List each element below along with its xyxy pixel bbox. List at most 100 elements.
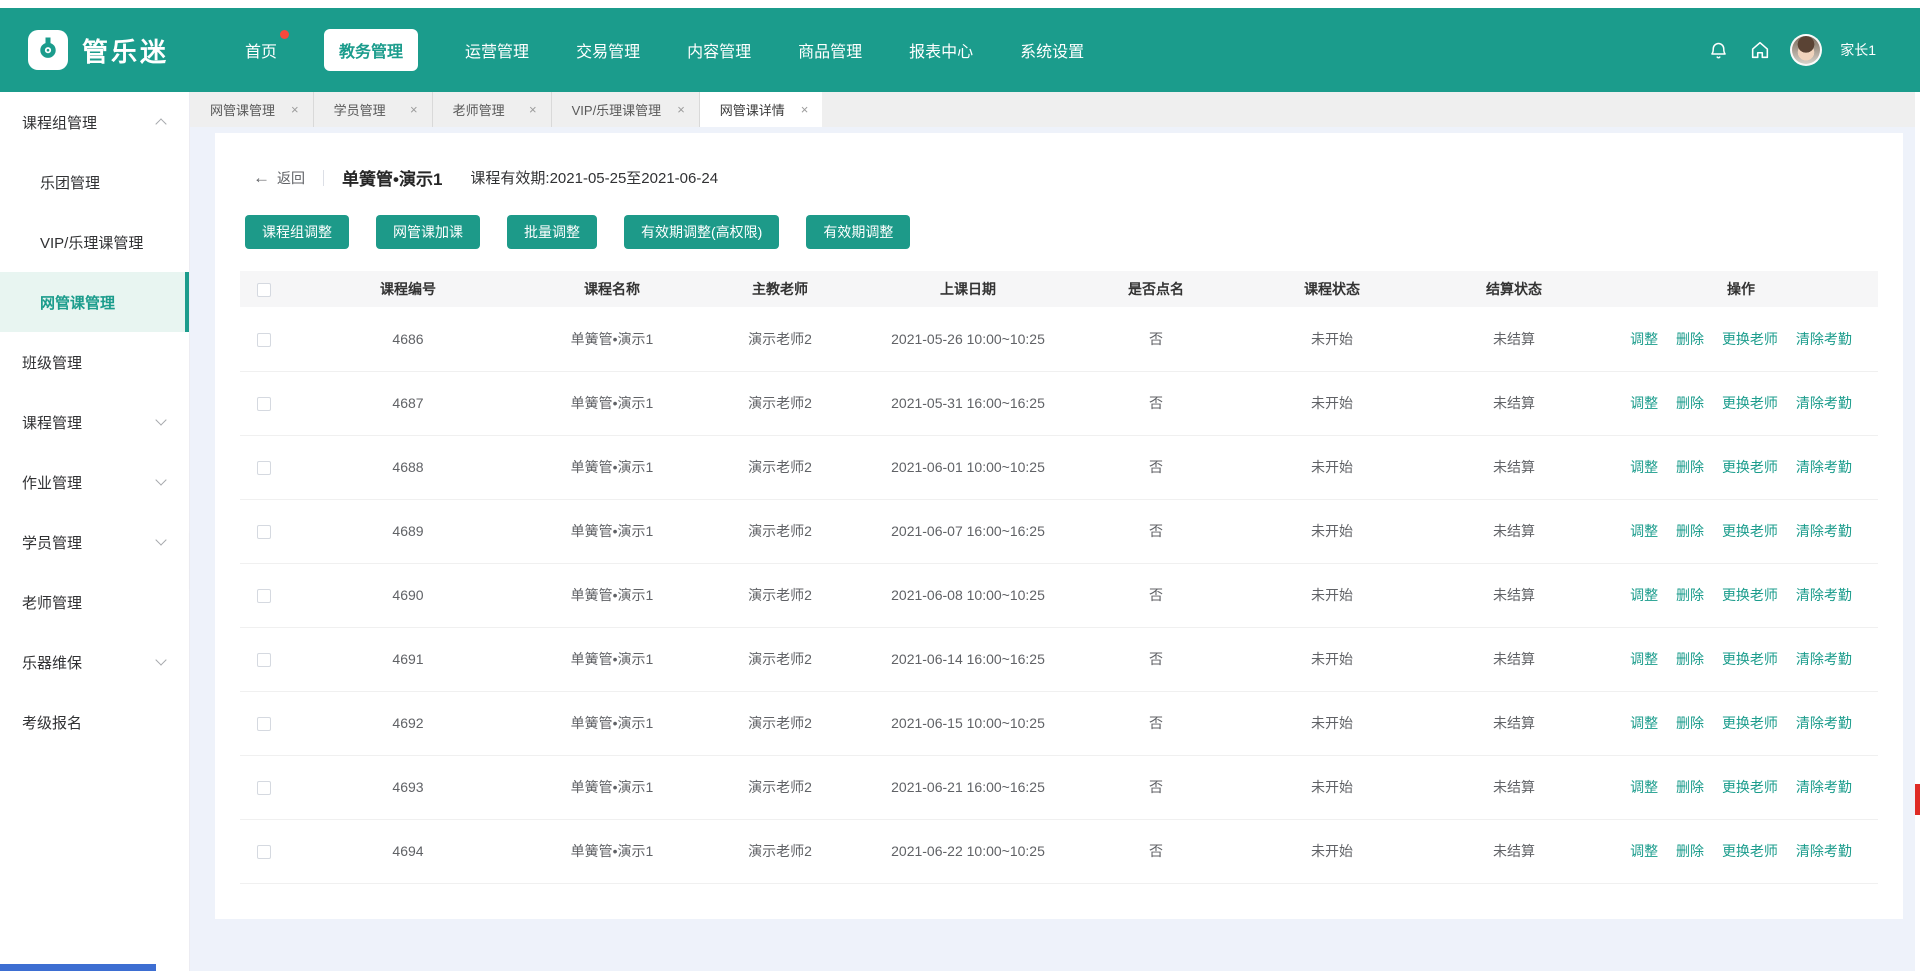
close-icon[interactable]: × (410, 102, 418, 117)
nav-products[interactable]: 商品管理 (798, 38, 862, 62)
batch-adjust-button[interactable]: 批量调整 (507, 215, 597, 249)
cell-course-name: 单簧管•演示1 (528, 499, 696, 563)
change-teacher-link[interactable]: 更换老师 (1722, 779, 1778, 795)
sidebar-item-vip-theory-mgmt[interactable]: VIP/乐理课管理 (0, 212, 189, 272)
row-checkbox[interactable] (257, 781, 271, 795)
cell-class-date: 2021-06-22 10:00~10:25 (864, 819, 1072, 883)
clear-attendance-link[interactable]: 清除考勤 (1796, 587, 1852, 603)
clear-attendance-link[interactable]: 清除考勤 (1796, 651, 1852, 667)
clear-attendance-link[interactable]: 清除考勤 (1796, 715, 1852, 731)
change-teacher-link[interactable]: 更换老师 (1722, 331, 1778, 347)
clear-attendance-link[interactable]: 清除考勤 (1796, 523, 1852, 539)
sidebar-item-instrument-maintenance[interactable]: 乐器维保 (0, 632, 189, 692)
nav-home[interactable]: 首页 (245, 38, 277, 62)
chevron-down-icon (155, 474, 166, 485)
validity-adjust-button[interactable]: 有效期调整 (806, 215, 910, 249)
nav-reports[interactable]: 报表中心 (909, 38, 973, 62)
tab-online-class-detail[interactable]: 网管课详情× (700, 92, 823, 127)
select-all-checkbox[interactable] (257, 283, 271, 297)
back-arrow-icon[interactable]: ← (253, 168, 270, 188)
sidebar: 课程组管理 乐团管理 VIP/乐理课管理 网管课管理 班级管理 课程管理 作业管… (0, 92, 190, 971)
clear-attendance-link[interactable]: 清除考勤 (1796, 331, 1852, 347)
tab-teacher-mgmt[interactable]: 老师管理× (433, 92, 552, 127)
row-checkbox[interactable] (257, 845, 271, 859)
clear-attendance-link[interactable]: 清除考勤 (1796, 843, 1852, 859)
home-icon[interactable] (1748, 38, 1772, 62)
adjust-link[interactable]: 调整 (1630, 651, 1658, 667)
nav-transactions[interactable]: 交易管理 (576, 38, 640, 62)
nav-settings[interactable]: 系统设置 (1020, 38, 1084, 62)
row-checkbox[interactable] (257, 525, 271, 539)
clear-attendance-link[interactable]: 清除考勤 (1796, 459, 1852, 475)
tab-vip-theory-mgmt[interactable]: VIP/乐理课管理× (552, 92, 700, 127)
adjust-link[interactable]: 调整 (1630, 395, 1658, 411)
delete-link[interactable]: 删除 (1676, 843, 1704, 859)
col-settlement-status: 结算状态 (1424, 271, 1604, 307)
cell-rollcall: 否 (1072, 307, 1240, 371)
close-icon[interactable]: × (291, 102, 299, 117)
cell-actions: 调整 删除 更换老师 清除考勤 (1604, 371, 1878, 435)
sidebar-item-exam-registration[interactable]: 考级报名 (0, 692, 189, 752)
close-icon[interactable]: × (529, 102, 537, 117)
sidebar-item-course-group-mgmt[interactable]: 课程组管理 (0, 92, 189, 152)
validity-adjust-privileged-button[interactable]: 有效期调整(高权限) (624, 215, 779, 249)
adjust-link[interactable]: 调整 (1630, 459, 1658, 475)
row-checkbox[interactable] (257, 717, 271, 731)
sidebar-item-homework-mgmt[interactable]: 作业管理 (0, 452, 189, 512)
change-teacher-link[interactable]: 更换老师 (1722, 715, 1778, 731)
adjust-link[interactable]: 调整 (1630, 779, 1658, 795)
course-group-adjust-button[interactable]: 课程组调整 (245, 215, 349, 249)
change-teacher-link[interactable]: 更换老师 (1722, 459, 1778, 475)
change-teacher-link[interactable]: 更换老师 (1722, 523, 1778, 539)
table-row: 4691 单簧管•演示1 演示老师2 2021-06-14 16:00~16:2… (240, 627, 1878, 691)
sidebar-item-class-mgmt[interactable]: 班级管理 (0, 332, 189, 392)
row-checkbox[interactable] (257, 589, 271, 603)
sidebar-item-teacher-mgmt[interactable]: 老师管理 (0, 572, 189, 632)
sidebar-item-student-mgmt[interactable]: 学员管理 (0, 512, 189, 572)
table-row: 4689 单簧管•演示1 演示老师2 2021-06-07 16:00~16:2… (240, 499, 1878, 563)
delete-link[interactable]: 删除 (1676, 715, 1704, 731)
nav-academic[interactable]: 教务管理 (324, 29, 418, 71)
delete-link[interactable]: 删除 (1676, 651, 1704, 667)
clear-attendance-link[interactable]: 清除考勤 (1796, 779, 1852, 795)
tab-student-mgmt[interactable]: 学员管理× (314, 92, 433, 127)
horizontal-scrollbar-thumb[interactable] (0, 964, 156, 971)
close-icon[interactable]: × (677, 102, 685, 117)
adjust-link[interactable]: 调整 (1630, 587, 1658, 603)
cell-rollcall: 否 (1072, 563, 1240, 627)
delete-link[interactable]: 删除 (1676, 587, 1704, 603)
cell-settlement-status: 未结算 (1424, 691, 1604, 755)
add-online-class-button[interactable]: 网管课加课 (376, 215, 480, 249)
avatar[interactable] (1790, 34, 1822, 66)
change-teacher-link[interactable]: 更换老师 (1722, 395, 1778, 411)
main-nav: 首页 教务管理 运营管理 交易管理 内容管理 商品管理 报表中心 系统设置 (245, 29, 1084, 71)
row-checkbox[interactable] (257, 653, 271, 667)
change-teacher-link[interactable]: 更换老师 (1722, 587, 1778, 603)
delete-link[interactable]: 删除 (1676, 779, 1704, 795)
clear-attendance-link[interactable]: 清除考勤 (1796, 395, 1852, 411)
notification-bell-icon[interactable] (1706, 38, 1730, 62)
sidebar-item-orchestra-mgmt[interactable]: 乐团管理 (0, 152, 189, 212)
change-teacher-link[interactable]: 更换老师 (1722, 651, 1778, 667)
close-icon[interactable]: × (801, 102, 809, 117)
sidebar-item-online-class-mgmt[interactable]: 网管课管理 (0, 272, 189, 332)
row-checkbox[interactable] (257, 397, 271, 411)
nav-operations[interactable]: 运营管理 (465, 38, 529, 62)
nav-content[interactable]: 内容管理 (687, 38, 751, 62)
row-checkbox[interactable] (257, 461, 271, 475)
cell-actions: 调整 删除 更换老师 清除考勤 (1604, 755, 1878, 819)
delete-link[interactable]: 删除 (1676, 395, 1704, 411)
tab-online-class-mgmt[interactable]: 网管课管理× (190, 92, 314, 127)
adjust-link[interactable]: 调整 (1630, 715, 1658, 731)
row-checkbox[interactable] (257, 333, 271, 347)
back-button[interactable]: 返回 (277, 168, 305, 188)
adjust-link[interactable]: 调整 (1630, 843, 1658, 859)
adjust-link[interactable]: 调整 (1630, 331, 1658, 347)
delete-link[interactable]: 删除 (1676, 331, 1704, 347)
change-teacher-link[interactable]: 更换老师 (1722, 843, 1778, 859)
sidebar-item-course-mgmt[interactable]: 课程管理 (0, 392, 189, 452)
delete-link[interactable]: 删除 (1676, 523, 1704, 539)
vertical-scrollbar-thumb[interactable] (1915, 784, 1920, 815)
adjust-link[interactable]: 调整 (1630, 523, 1658, 539)
delete-link[interactable]: 删除 (1676, 459, 1704, 475)
